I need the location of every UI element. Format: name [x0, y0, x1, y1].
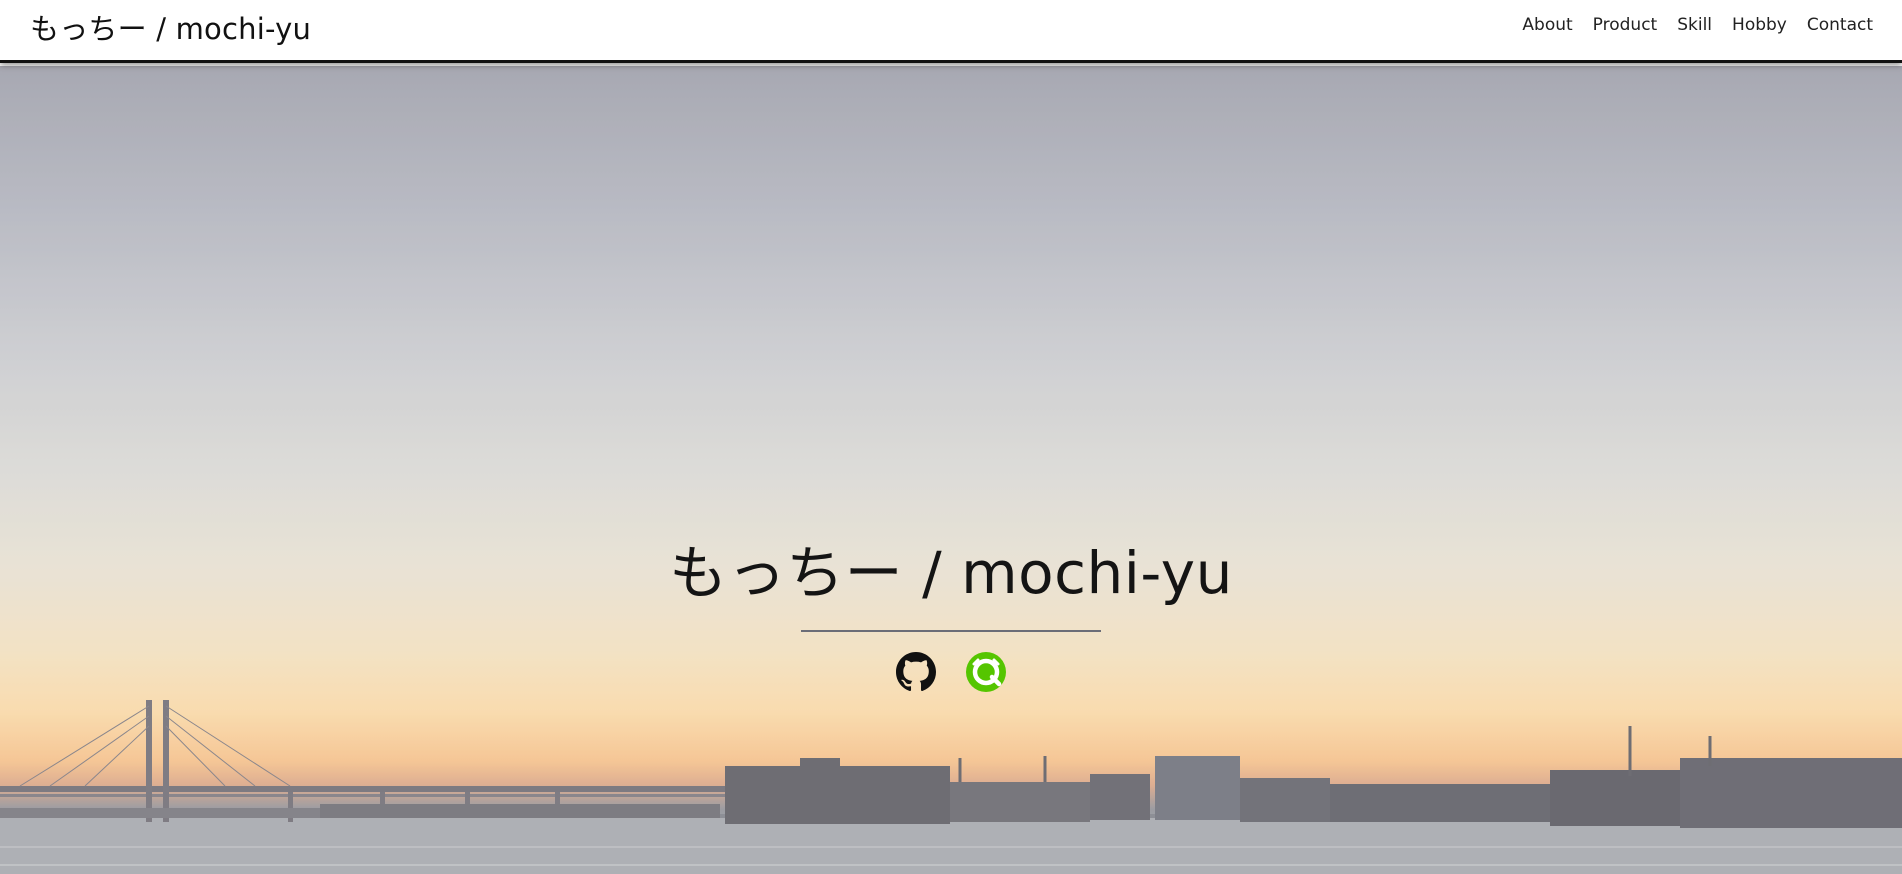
hero-content: もっちー / mochi-yu [0, 526, 1902, 692]
nav-link-hobby[interactable]: Hobby [1732, 15, 1787, 35]
nav-link-product[interactable]: Product [1593, 15, 1658, 35]
social-links [0, 652, 1902, 692]
qiita-link[interactable] [966, 652, 1006, 692]
site-brand[interactable]: もっちー / mochi-yu [30, 6, 311, 48]
top-navbar: もっちー / mochi-yu About Product Skill Hobb… [0, 0, 1902, 63]
nav-link-contact[interactable]: Contact [1807, 15, 1873, 35]
github-icon [896, 652, 936, 692]
github-link[interactable] [896, 652, 936, 692]
qiita-icon [966, 652, 1006, 692]
hero-divider [801, 630, 1101, 632]
nav-links: About Product Skill Hobby Contact [1522, 15, 1873, 35]
hero-title: もっちー / mochi-yu [669, 539, 1233, 607]
hero-overlay [0, 66, 1902, 874]
hero-section: もっちー / mochi-yu [0, 66, 1902, 874]
nav-link-about[interactable]: About [1522, 15, 1572, 35]
nav-link-skill[interactable]: Skill [1677, 15, 1712, 35]
